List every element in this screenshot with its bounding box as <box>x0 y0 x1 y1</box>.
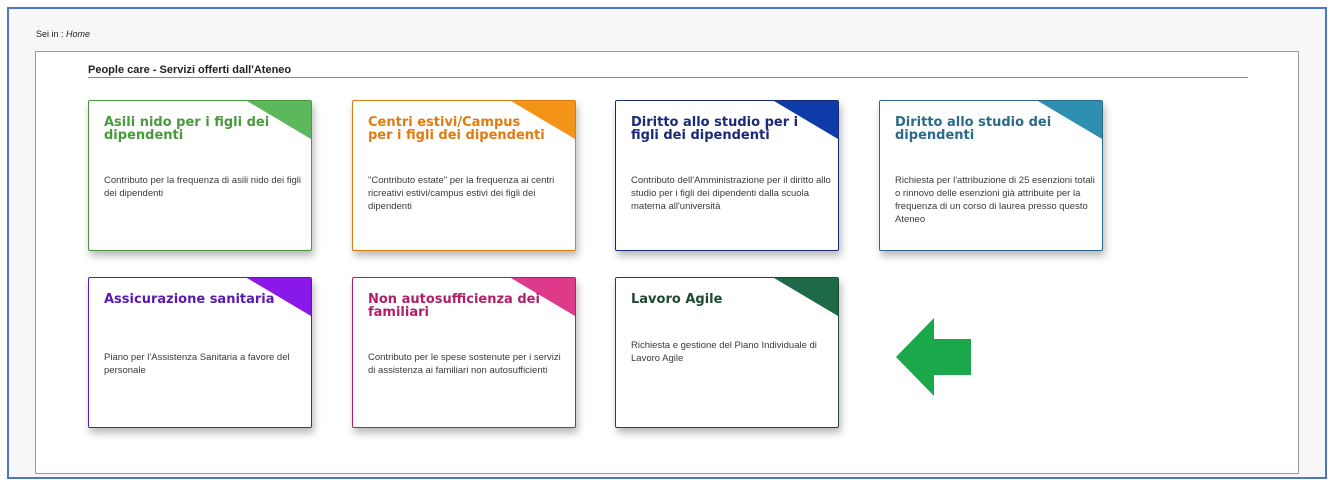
card-description: Richiesta e gestione del Piano Individua… <box>631 340 817 364</box>
card-description: "Contributo estate" per la frequenza ai … <box>368 175 555 212</box>
card-assicurazione-sanitaria[interactable]: Assicurazione sanitaria Piano per l'Assi… <box>88 277 312 428</box>
card-title: Lavoro Agile <box>631 292 723 307</box>
services-panel: People care - Servizi offerti dall'Atene… <box>35 51 1299 474</box>
card-description: Richiesta per l'attribuzione di 25 esenz… <box>895 175 1095 225</box>
card-asili-nido[interactable]: Asili nido per i figli dei dipendenti Co… <box>88 100 312 251</box>
card-non-autosufficienza[interactable]: Non autosufficienza dei familiari Contri… <box>352 277 576 428</box>
card-description: Contributo dell'Amministrazione per il d… <box>631 175 831 212</box>
card-title: Diritto allo studio per i figli dei dipe… <box>631 115 799 143</box>
card-lavoro-agile[interactable]: Lavoro Agile Richiesta e gestione del Pi… <box>615 277 839 428</box>
card-diritto-studio-figli[interactable]: Diritto allo studio per i figli dei dipe… <box>615 100 839 251</box>
page-frame: Sei in : Home People care - Servizi offe… <box>7 7 1327 479</box>
breadcrumb-prefix: Sei in : <box>36 29 64 39</box>
card-title: Diritto allo studio dei dipendenti <box>895 115 1052 143</box>
breadcrumb-home-link[interactable]: Home <box>66 29 90 39</box>
card-title: Non autosufficienza dei familiari <box>368 292 540 320</box>
card-description: Contributo per la frequenza di asili nid… <box>104 175 301 199</box>
card-diritto-studio-dipendenti[interactable]: Diritto allo studio dei dipendenti Richi… <box>879 100 1103 251</box>
arrow-left-icon <box>896 318 971 396</box>
card-title: Asili nido per i figli dei dipendenti <box>104 115 270 143</box>
panel-divider <box>88 77 1248 78</box>
panel-title: People care - Servizi offerti dall'Atene… <box>88 64 292 76</box>
card-description: Contributo per le spese sostenute per i … <box>368 352 561 376</box>
card-description: Piano per l'Assistenza Sanitaria a favor… <box>104 352 290 376</box>
card-title: Assicurazione sanitaria <box>104 292 275 307</box>
card-title: Centri estivi/Campus per i figli dei dip… <box>368 115 545 143</box>
breadcrumb: Sei in : Home <box>36 29 90 39</box>
card-centri-estivi[interactable]: Centri estivi/Campus per i figli dei dip… <box>352 100 576 251</box>
